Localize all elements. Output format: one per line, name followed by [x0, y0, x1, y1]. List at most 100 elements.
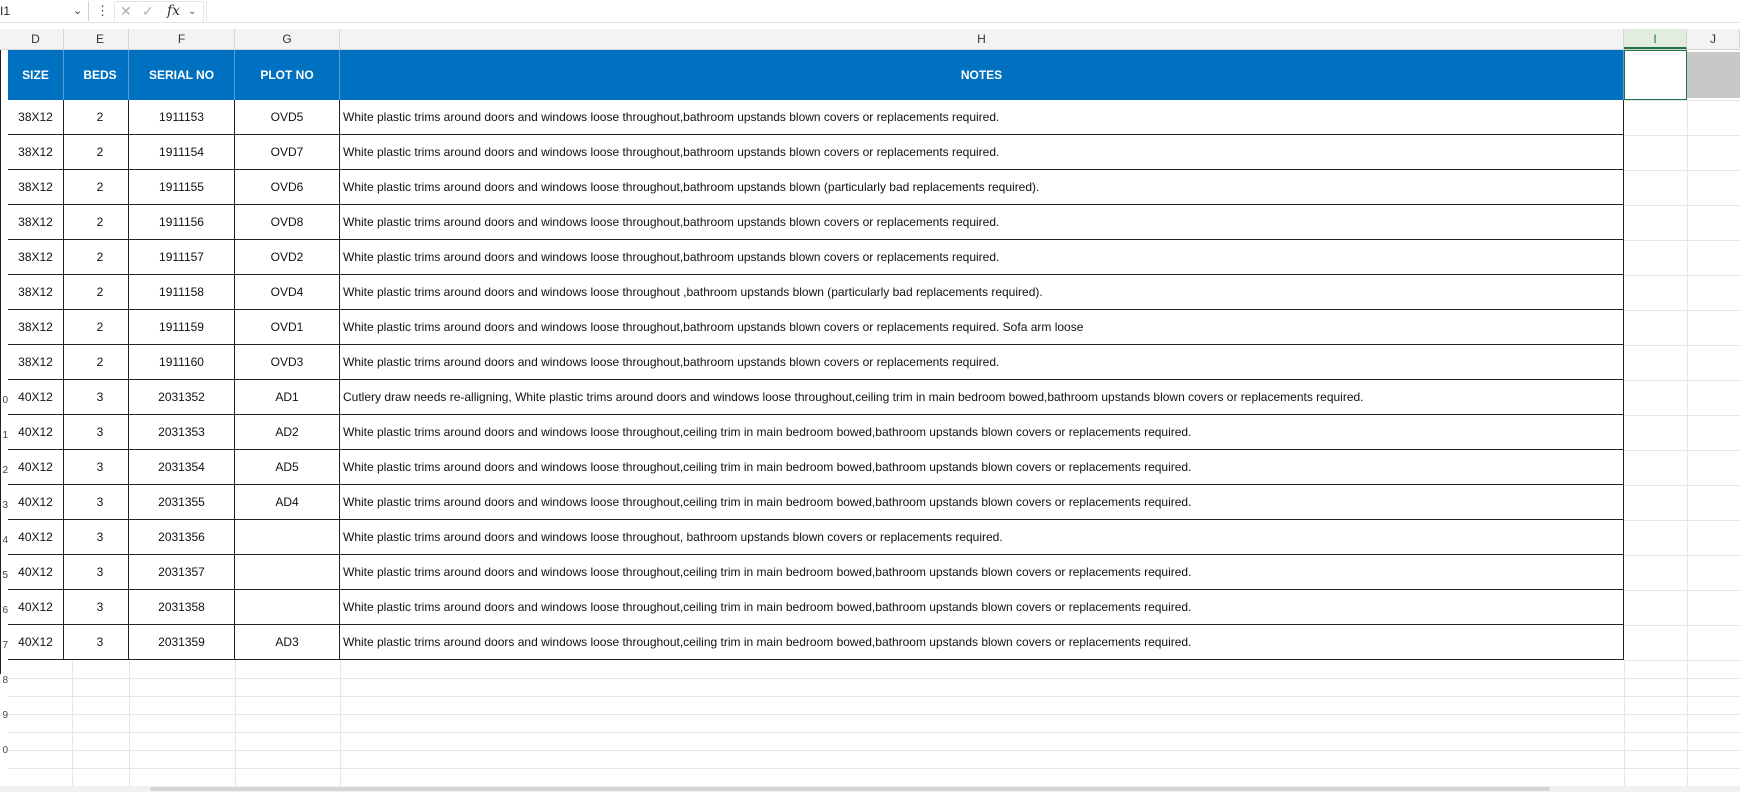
function-icon[interactable]: fx [167, 2, 180, 21]
serial-cell[interactable]: 1911154 [129, 135, 235, 169]
column-header-e[interactable]: E [72, 29, 129, 49]
serial-cell[interactable]: 2031354 [129, 450, 235, 484]
column-header-i[interactable]: I [1624, 29, 1687, 49]
plot-cell[interactable]: OVD6 [235, 170, 340, 204]
formula-input[interactable] [206, 1, 1739, 21]
size-cell[interactable]: 40X12 [8, 555, 64, 589]
beds-cell[interactable]: 2 [72, 170, 129, 204]
chevron-down-icon[interactable]: ⌄ [188, 2, 196, 21]
row-number[interactable]: 8 [0, 675, 8, 686]
check-icon[interactable]: ✓ [142, 2, 154, 21]
plot-cell[interactable]: AD4 [235, 485, 340, 519]
row-number[interactable]: 0 [0, 395, 8, 406]
plot-cell[interactable]: AD5 [235, 450, 340, 484]
notes-cell[interactable]: White plastic trims around doors and win… [340, 240, 1624, 274]
serial-cell[interactable]: 1911158 [129, 275, 235, 309]
notes-cell[interactable]: White plastic trims around doors and win… [340, 415, 1624, 449]
beds-cell[interactable]: 2 [72, 100, 129, 134]
beds-cell[interactable]: 2 [72, 275, 129, 309]
notes-cell[interactable]: White plastic trims around doors and win… [340, 485, 1624, 519]
plot-cell[interactable]: OVD3 [235, 345, 340, 379]
serial-cell[interactable]: 2031356 [129, 520, 235, 554]
size-cell[interactable]: 40X12 [8, 520, 64, 554]
column-header-g[interactable]: G [235, 29, 340, 49]
plot-cell[interactable]: AD2 [235, 415, 340, 449]
name-box[interactable]: I1 ⌄ [0, 1, 89, 21]
plot-cell[interactable] [235, 555, 340, 589]
beds-cell[interactable]: 3 [72, 590, 129, 624]
chevron-down-icon[interactable]: ⌄ [73, 1, 82, 21]
size-cell[interactable]: 38X12 [8, 310, 64, 344]
row-number[interactable]: 6 [0, 605, 8, 616]
serial-cell[interactable]: 2031355 [129, 485, 235, 519]
serial-cell[interactable]: 1911159 [129, 310, 235, 344]
beds-cell[interactable]: 3 [72, 450, 129, 484]
size-cell[interactable]: 40X12 [8, 625, 64, 659]
beds-cell[interactable]: 3 [72, 415, 129, 449]
size-cell[interactable]: 40X12 [8, 590, 64, 624]
beds-cell[interactable]: 2 [72, 240, 129, 274]
plot-cell[interactable]: OVD1 [235, 310, 340, 344]
column-header-j[interactable]: J [1687, 29, 1740, 49]
size-cell[interactable]: 40X12 [8, 485, 64, 519]
column-header-f[interactable]: F [129, 29, 235, 49]
header-cell-size[interactable]: SIZE [8, 50, 64, 100]
size-cell[interactable]: 38X12 [8, 345, 64, 379]
size-cell[interactable]: 38X12 [8, 135, 64, 169]
plot-cell[interactable]: OVD2 [235, 240, 340, 274]
plot-cell[interactable]: AD3 [235, 625, 340, 659]
size-cell[interactable]: 38X12 [8, 100, 64, 134]
notes-cell[interactable]: White plastic trims around doors and win… [340, 555, 1624, 589]
plot-cell[interactable]: OVD7 [235, 135, 340, 169]
notes-cell[interactable]: White plastic trims around doors and win… [340, 345, 1624, 379]
row-number[interactable]: 5 [0, 570, 8, 581]
row-number[interactable]: 2 [0, 465, 8, 476]
plot-cell[interactable]: OVD8 [235, 205, 340, 239]
serial-cell[interactable]: 1911156 [129, 205, 235, 239]
header-cell-notes[interactable]: NOTES [340, 50, 1624, 100]
close-icon[interactable]: ✕ [120, 2, 132, 21]
notes-cell[interactable]: White plastic trims around doors and win… [340, 590, 1624, 624]
scrollbar-thumb[interactable] [150, 787, 1550, 791]
plot-cell[interactable]: OVD4 [235, 275, 340, 309]
serial-cell[interactable]: 2031352 [129, 380, 235, 414]
column-header-h[interactable]: H [340, 29, 1624, 49]
header-cell-plot-no[interactable]: PLOT NO [235, 50, 340, 100]
row-number[interactable]: 0 [0, 745, 8, 756]
size-cell[interactable]: 38X12 [8, 275, 64, 309]
notes-cell[interactable]: White plastic trims around doors and win… [340, 625, 1624, 659]
header-cell-beds[interactable]: BEDS [72, 50, 129, 100]
notes-cell[interactable]: White plastic trims around doors and win… [340, 170, 1624, 204]
row-number[interactable]: 9 [0, 710, 8, 721]
plot-cell[interactable]: OVD5 [235, 100, 340, 134]
notes-cell[interactable]: White plastic trims around doors and win… [340, 450, 1624, 484]
size-cell[interactable]: 38X12 [8, 205, 64, 239]
column-header-d[interactable]: D [8, 29, 64, 49]
plot-cell[interactable] [235, 590, 340, 624]
plot-cell[interactable] [235, 520, 340, 554]
beds-cell[interactable]: 3 [72, 520, 129, 554]
notes-cell[interactable]: White plastic trims around doors and win… [340, 205, 1624, 239]
row-number[interactable]: 7 [0, 640, 8, 651]
row-number[interactable]: 1 [0, 430, 8, 441]
cell-j1[interactable] [1687, 52, 1740, 98]
serial-cell[interactable]: 2031358 [129, 590, 235, 624]
active-cell[interactable] [1624, 50, 1687, 100]
size-cell[interactable]: 40X12 [8, 415, 64, 449]
size-cell[interactable]: 40X12 [8, 450, 64, 484]
notes-cell[interactable]: White plastic trims around doors and win… [340, 520, 1624, 554]
beds-cell[interactable]: 2 [72, 205, 129, 239]
beds-cell[interactable]: 3 [72, 380, 129, 414]
size-cell[interactable]: 38X12 [8, 170, 64, 204]
notes-cell[interactable]: White plastic trims around doors and win… [340, 310, 1624, 344]
notes-cell[interactable]: White plastic trims around doors and win… [340, 135, 1624, 169]
plot-cell[interactable]: AD1 [235, 380, 340, 414]
header-cell-serial-no[interactable]: SERIAL NO [129, 50, 235, 100]
serial-cell[interactable]: 2031357 [129, 555, 235, 589]
serial-cell[interactable]: 1911160 [129, 345, 235, 379]
serial-cell[interactable]: 1911155 [129, 170, 235, 204]
beds-cell[interactable]: 3 [72, 555, 129, 589]
notes-cell[interactable]: Cutlery draw needs re-alligning, White p… [340, 380, 1624, 414]
row-number[interactable]: 3 [0, 500, 8, 511]
size-cell[interactable]: 40X12 [8, 380, 64, 414]
